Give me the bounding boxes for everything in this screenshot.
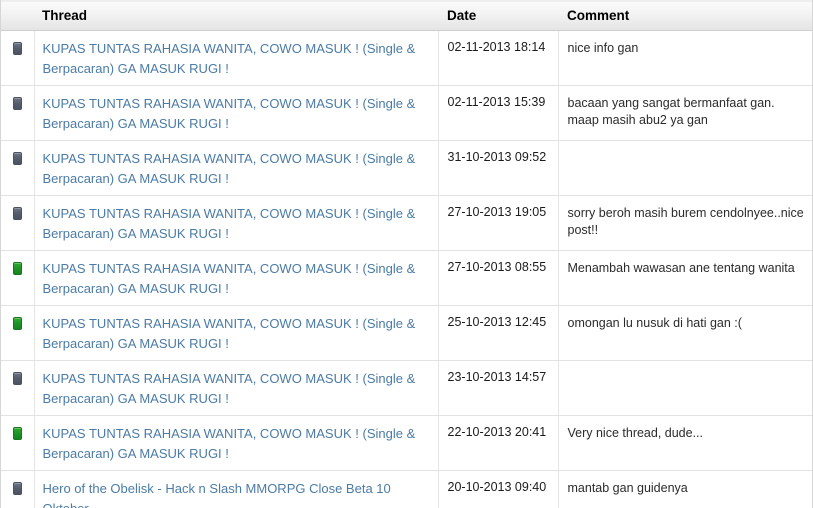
table-header-row: Thread Date Comment [1,0,812,31]
thread-title-cell: KUPAS TUNTAS RAHASIA WANITA, COWO MASUK … [34,415,438,471]
thread-table-container: Thread Date Comment KUPAS TUNTAS RAHASIA… [0,0,813,508]
thread-comment-cell: Very nice thread, dude... [557,415,812,471]
thread-comment-cell: bacaan yang sangat bermanfaat gan. maap … [557,85,812,141]
table-row: KUPAS TUNTAS RAHASIA WANITA, COWO MASUK … [1,250,812,306]
thread-status-icon-grey [12,42,22,55]
thread-title-cell: KUPAS TUNTAS RAHASIA WANITA, COWO MASUK … [34,30,438,86]
thread-status-icon-grey [12,97,22,110]
table-row: KUPAS TUNTAS RAHASIA WANITA, COWO MASUK … [1,360,812,416]
table-row: KUPAS TUNTAS RAHASIA WANITA, COWO MASUK … [1,305,812,361]
thread-link[interactable]: KUPAS TUNTAS RAHASIA WANITA, COWO MASUK … [43,369,430,409]
table-body: KUPAS TUNTAS RAHASIA WANITA, COWO MASUK … [1,30,812,508]
thread-status-cell [1,415,35,471]
thread-status-cell [1,140,35,196]
thread-link[interactable]: KUPAS TUNTAS RAHASIA WANITA, COWO MASUK … [43,259,430,299]
thread-link[interactable]: KUPAS TUNTAS RAHASIA WANITA, COWO MASUK … [43,39,430,79]
thread-comment-cell [557,360,812,416]
thread-status-icon-green [12,317,22,330]
thread-comment-cell [557,140,812,196]
table-header: Thread Date Comment [1,0,812,31]
thread-title-cell: KUPAS TUNTAS RAHASIA WANITA, COWO MASUK … [34,305,438,361]
thread-list-table: Thread Date Comment KUPAS TUNTAS RAHASIA… [1,0,812,508]
thread-date-cell: 23-10-2013 14:57 [437,360,558,416]
thread-date-cell: 25-10-2013 12:45 [437,305,558,361]
thread-status-icon-green [12,262,22,275]
thread-status-icon-grey [12,372,22,385]
thread-status-cell [1,470,35,508]
table-row: KUPAS TUNTAS RAHASIA WANITA, COWO MASUK … [1,85,812,141]
thread-status-cell [1,360,35,416]
thread-title-cell: KUPAS TUNTAS RAHASIA WANITA, COWO MASUK … [34,250,438,306]
column-header-thread[interactable]: Thread [34,0,438,31]
thread-status-cell [1,305,35,361]
thread-title-cell: KUPAS TUNTAS RAHASIA WANITA, COWO MASUK … [34,85,438,141]
thread-date-cell: 27-10-2013 08:55 [437,250,558,306]
thread-status-icon-grey [12,152,22,165]
thread-comment-cell: nice info gan [557,30,812,86]
column-header-date[interactable]: Date [438,0,558,31]
thread-link[interactable]: KUPAS TUNTAS RAHASIA WANITA, COWO MASUK … [43,94,430,134]
thread-link[interactable]: KUPAS TUNTAS RAHASIA WANITA, COWO MASUK … [43,424,430,464]
thread-link[interactable]: KUPAS TUNTAS RAHASIA WANITA, COWO MASUK … [43,149,430,189]
thread-date-cell: 02-11-2013 18:14 [437,30,558,86]
thread-status-icon-grey [12,207,22,220]
table-row: KUPAS TUNTAS RAHASIA WANITA, COWO MASUK … [1,30,812,86]
table-row: KUPAS TUNTAS RAHASIA WANITA, COWO MASUK … [1,140,812,196]
table-row: KUPAS TUNTAS RAHASIA WANITA, COWO MASUK … [1,415,812,471]
thread-comment-cell: sorry beroh masih burem cendolnyee..nice… [557,195,812,251]
thread-comment-cell: Menambah wawasan ane tentang wanita [557,250,812,306]
thread-status-cell [1,195,35,251]
thread-status-cell [1,85,35,141]
thread-status-icon-grey [12,482,22,495]
thread-comment-cell: mantab gan guidenya [557,470,812,508]
thread-date-cell: 31-10-2013 09:52 [437,140,558,196]
column-header-icon [1,0,34,31]
column-header-comment[interactable]: Comment [558,0,812,31]
thread-title-cell: KUPAS TUNTAS RAHASIA WANITA, COWO MASUK … [34,360,438,416]
thread-status-icon-green [12,427,22,440]
thread-title-cell: KUPAS TUNTAS RAHASIA WANITA, COWO MASUK … [34,140,438,196]
thread-date-cell: 27-10-2013 19:05 [437,195,558,251]
thread-date-cell: 20-10-2013 09:40 [437,470,558,508]
thread-status-cell [1,250,35,306]
thread-title-cell: KUPAS TUNTAS RAHASIA WANITA, COWO MASUK … [34,195,438,251]
thread-date-cell: 22-10-2013 20:41 [437,415,558,471]
thread-title-cell: Hero of the Obelisk - Hack n Slash MMORP… [34,470,438,508]
thread-link[interactable]: Hero of the Obelisk - Hack n Slash MMORP… [43,479,430,508]
table-row: KUPAS TUNTAS RAHASIA WANITA, COWO MASUK … [1,195,812,251]
table-row: Hero of the Obelisk - Hack n Slash MMORP… [1,470,812,508]
thread-comment-cell: omongan lu nusuk di hati gan :( [557,305,812,361]
thread-status-cell [1,30,35,86]
thread-link[interactable]: KUPAS TUNTAS RAHASIA WANITA, COWO MASUK … [43,204,430,244]
thread-link[interactable]: KUPAS TUNTAS RAHASIA WANITA, COWO MASUK … [43,314,430,354]
thread-date-cell: 02-11-2013 15:39 [437,85,558,141]
